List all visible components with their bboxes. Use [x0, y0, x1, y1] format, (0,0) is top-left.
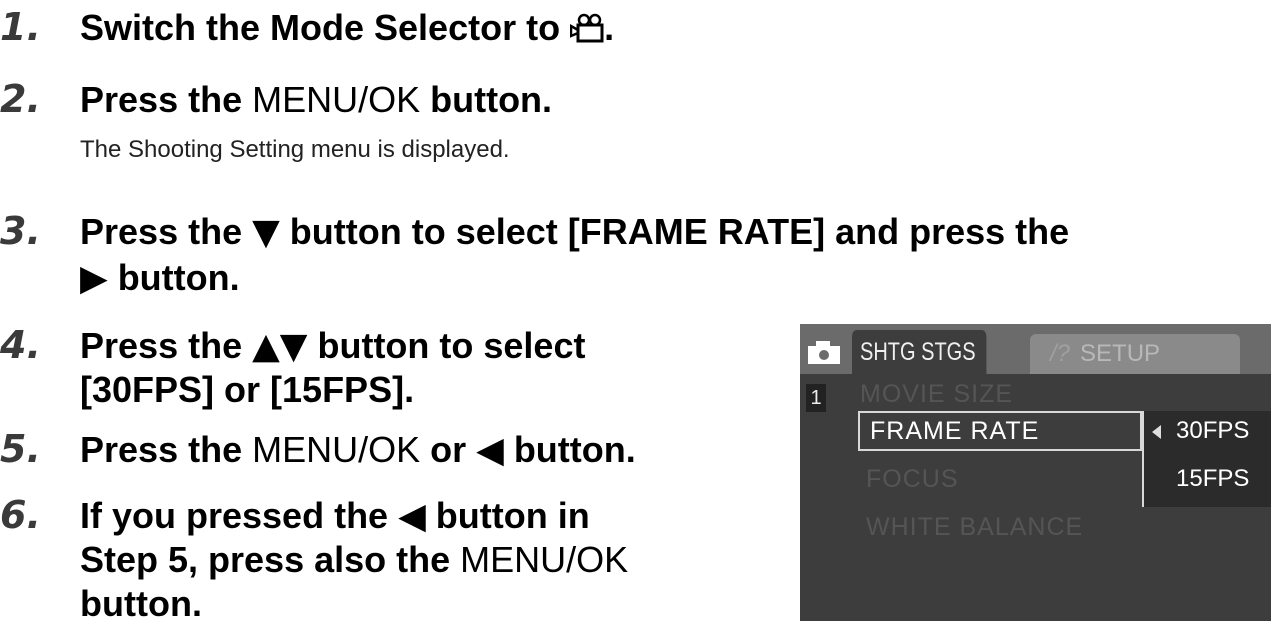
step-number: 5. [0, 427, 41, 471]
lcd-tab-bar: SHTG STGS /? SETUP [800, 324, 1271, 374]
step-text-part: Press the [80, 325, 253, 366]
step-text-line2: Step 5, press also the MENU/OK [80, 542, 628, 578]
menu-ok-label: MENU/OK [252, 429, 421, 470]
step-text-part: or [420, 429, 477, 470]
option-30fps[interactable]: 30FPS [1176, 417, 1249, 445]
lcd-menu-body: 1 MOVIE SIZE FRAME RATE FOCUS WHITE BALA… [800, 374, 1271, 621]
camera-lcd-screen: SHTG STGS /? SETUP 1 MOVIE SIZE FRAME RAT… [800, 324, 1271, 621]
step-number: 1. [0, 5, 41, 49]
left-arrow-icon: ◀ [398, 496, 426, 537]
step-text-part: Press the [80, 429, 253, 470]
menu-ok-label: MENU/OK [460, 539, 629, 580]
step-text-part: Switch the Mode Selector to [80, 7, 571, 48]
submenu-arrow-icon [1152, 425, 1161, 439]
step-text: Press the ▼ button to select [FRAME RATE… [80, 214, 1069, 251]
step-text-line2: [30FPS] or [15FPS]. [80, 369, 415, 410]
step-text-part: . [604, 7, 615, 48]
step-description: The Shooting Setting menu is displayed. [80, 136, 510, 163]
step-text-part: Press the [80, 211, 253, 252]
step-text-part: button to select [307, 325, 586, 366]
menu-ok-label: MENU/OK [252, 79, 421, 120]
step-text-part: Step 5, press also the [80, 539, 461, 580]
left-arrow-icon: ◀ [476, 430, 504, 471]
step-text-part: button to select [FRAME RATE] and press … [279, 211, 1070, 252]
step-text-part: button. [107, 257, 240, 298]
step-text: Switch the Mode Selector to . [80, 10, 614, 46]
tab-shooting-settings[interactable]: SHTG STGS [852, 330, 987, 374]
step-number: 3. [0, 209, 41, 253]
menu-item-white-balance[interactable]: WHITE BALANCE [866, 513, 1083, 542]
step-number: 2. [0, 77, 41, 121]
down-arrow-icon: ▼ [252, 212, 280, 253]
camera-icon [808, 341, 840, 364]
step-text-line3: button. [80, 583, 202, 624]
step-text-part: button in [425, 495, 590, 536]
right-arrow-icon: ▶ [80, 258, 108, 299]
step-text: Press the MENU/OK button. [80, 82, 552, 118]
step-text: Press the MENU/OK or ◀ button. [80, 432, 636, 469]
tab-label: SHTG STGS [860, 338, 976, 366]
tab-setup[interactable]: /? SETUP [1030, 334, 1240, 374]
menu-item-frame-rate[interactable]: FRAME RATE [870, 417, 1039, 446]
setup-icon: /? [1050, 340, 1071, 367]
step-number: 4. [0, 323, 41, 367]
step-text-part: button. [503, 429, 636, 470]
up-down-arrow-icon: ▲▼ [252, 326, 308, 367]
step-text-part: Press the [80, 79, 253, 120]
submenu-divider [1142, 411, 1144, 507]
tab-label: SETUP [1080, 340, 1161, 367]
step-text: If you pressed the ◀ button in [80, 498, 590, 535]
step-number: 6. [0, 493, 41, 537]
movie-mode-icon [569, 13, 604, 43]
menu-item-focus[interactable]: FOCUS [866, 465, 959, 494]
page-number: 1 [806, 384, 826, 412]
step-text-part: If you pressed the [80, 495, 399, 536]
step-text-part: button. [420, 79, 553, 120]
option-15fps[interactable]: 15FPS [1176, 465, 1249, 493]
menu-item-movie-size[interactable]: MOVIE SIZE [860, 380, 1013, 409]
frame-rate-submenu: 30FPS 15FPS [1142, 411, 1271, 507]
step-text-line2: ▶ button. [80, 260, 240, 297]
step-text: Press the ▲▼ button to select [80, 328, 585, 365]
